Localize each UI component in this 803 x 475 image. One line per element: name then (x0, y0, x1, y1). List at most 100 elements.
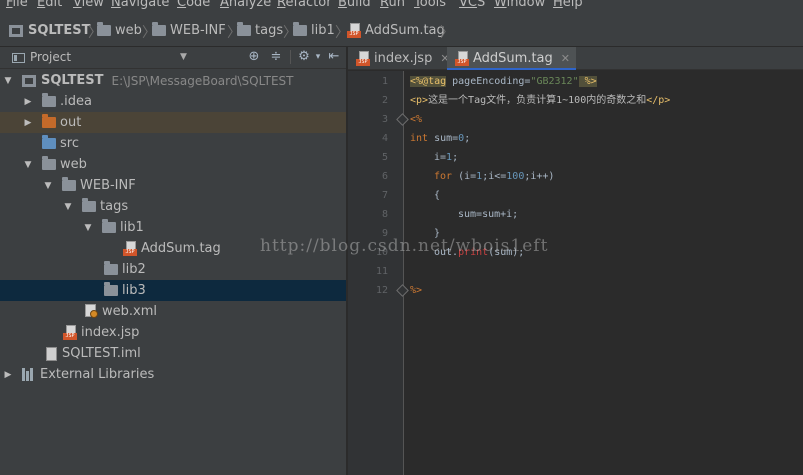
code-line-2: <p>这是一个Tag文件，负责计算1~100内的奇数之和</p> (410, 95, 671, 106)
source-folder-icon (42, 135, 56, 149)
code-editor[interactable]: 1 2 3 4 5 6 7 8 9 10 11 12 <%@tag pageEn… (348, 71, 803, 475)
line-number: 4 (381, 133, 388, 144)
menu-code[interactable]: Code (177, 0, 210, 10)
menu-analyze[interactable]: Analyze (220, 0, 271, 10)
breadcrumb: SQLTEST 〉 web 〉 WEB-INF 〉 tags 〉 lib1 〉 … (0, 13, 803, 47)
code-line-12: %> (410, 285, 423, 296)
tree-item-external-libraries[interactable]: ▶ External Libraries (0, 364, 346, 385)
folder-icon (42, 93, 56, 107)
tree-item-idea[interactable]: ▶ .idea (0, 91, 346, 112)
excluded-folder-icon (42, 114, 56, 128)
code-line-5: i=1; (434, 152, 459, 163)
folder-icon (104, 282, 118, 296)
tree-item-tags[interactable]: ▼ tags (0, 196, 346, 217)
menu-tools[interactable]: Tools (414, 0, 446, 10)
menu-edit[interactable]: Edit (37, 0, 62, 10)
scroll-from-source-icon[interactable]: ⊕ (246, 49, 262, 65)
breadcrumb-item-lib1[interactable]: lib1 (293, 22, 335, 39)
breadcrumb-item-sqltest[interactable]: SQLTEST (9, 22, 91, 39)
tree-item-src[interactable]: src (0, 133, 346, 154)
jsp-file-icon: JSP (356, 51, 370, 66)
line-number: 5 (381, 152, 388, 163)
menu-refactor[interactable]: Refactor (277, 0, 332, 10)
folder-icon (152, 22, 166, 36)
line-number-gutter: 1 2 3 4 5 6 7 8 9 10 11 12 (348, 71, 404, 475)
menu-run[interactable]: Run (380, 0, 405, 10)
tree-item-lib1[interactable]: ▼ lib1 (0, 217, 346, 238)
library-icon (22, 368, 36, 381)
tab-index-jsp[interactable]: JSP index.jsp ✕ (348, 47, 456, 70)
jsp-file-icon: JSP (123, 241, 137, 256)
menu-help[interactable]: Help (553, 0, 583, 10)
expanded-arrow-icon[interactable]: ▼ (43, 181, 53, 191)
collapsed-arrow-icon[interactable]: ▶ (3, 370, 13, 380)
code-line-7: { (434, 190, 441, 201)
tab-addsum-tag[interactable]: JSP AddSum.tag ✕ (447, 47, 576, 70)
project-view-icon (12, 53, 25, 63)
breadcrumb-separator-icon: 〉 (440, 25, 454, 41)
folder-icon (104, 261, 118, 275)
breadcrumb-item-web[interactable]: web (97, 22, 142, 39)
code-line-1: <%@tag pageEncoding="GB2312" %> (410, 76, 597, 87)
module-icon (9, 24, 23, 37)
breadcrumb-item-addsum[interactable]: JSP AddSum.tag (347, 22, 445, 39)
code-line-6: for (i=1;i<=100;i++) (434, 171, 555, 182)
tree-item-web-inf[interactable]: ▼ WEB-INF (0, 175, 346, 196)
hide-panel-icon[interactable]: ⇤ (326, 49, 342, 65)
code-line-4: int sum=0; (410, 133, 471, 144)
expanded-arrow-icon[interactable]: ▼ (23, 160, 33, 170)
folder-icon (97, 22, 111, 36)
tree-item-web[interactable]: ▼ web (0, 154, 346, 175)
expanded-arrow-icon[interactable]: ▼ (3, 76, 13, 86)
line-number: 7 (381, 190, 388, 201)
expanded-arrow-icon[interactable]: ▼ (83, 223, 93, 233)
view-dropdown-icon[interactable]: ▼ (180, 52, 187, 62)
tree-item-index-jsp[interactable]: JSP index.jsp (0, 322, 346, 343)
line-number: 3 (381, 114, 388, 125)
menu-build[interactable]: Build (338, 0, 371, 10)
folder-icon (62, 177, 76, 191)
tree-item-out[interactable]: ▶ out (0, 112, 346, 133)
watermark: http://blog.csdn.net/wbois1eft (260, 236, 549, 256)
menu-view[interactable]: View (73, 0, 104, 10)
close-icon[interactable]: ✕ (561, 52, 570, 65)
code-line-8: sum=sum+i; (458, 209, 519, 220)
jsp-file-icon: JSP (455, 51, 469, 66)
tree-item-web-xml[interactable]: web.xml (0, 301, 346, 322)
jsp-file-icon: JSP (347, 23, 361, 38)
tree-item-lib2[interactable]: lib2 (0, 259, 346, 280)
collapsed-arrow-icon[interactable]: ▶ (23, 97, 33, 107)
jsp-file-icon: JSP (63, 325, 77, 340)
menu-window[interactable]: Window (494, 0, 545, 10)
project-panel: Project ▼ ⊕ ≑ ⚙ ▾ ⇤ ▼ SQLTEST E:\JSP\Mes… (0, 47, 346, 475)
menu-navigate[interactable]: Navigate (111, 0, 169, 10)
collapsed-arrow-icon[interactable]: ▶ (23, 118, 33, 128)
tree-item-lib3[interactable]: lib3 (0, 280, 346, 301)
code-line-3: <% (410, 114, 423, 125)
menu-file[interactable]: File (6, 0, 28, 10)
line-number: 1 (381, 76, 388, 87)
menu-bar: File Edit View Navigate Code Analyze Ref… (0, 0, 803, 13)
folder-icon (293, 22, 307, 36)
fold-marker-icon[interactable] (397, 285, 408, 296)
folder-icon (42, 156, 56, 170)
expanded-arrow-icon[interactable]: ▼ (63, 202, 73, 212)
line-number: 2 (381, 95, 388, 106)
web-xml-file-icon (84, 304, 98, 319)
tree-item-sqltest-iml[interactable]: SQLTEST.iml (0, 343, 346, 364)
menu-vcs[interactable]: VCS (459, 0, 485, 10)
folder-icon (237, 22, 251, 36)
line-number: 12 (375, 285, 388, 296)
breadcrumb-item-tags[interactable]: tags (237, 22, 283, 39)
breadcrumb-item-web-inf[interactable]: WEB-INF (152, 22, 226, 39)
tree-item-sqltest[interactable]: ▼ SQLTEST E:\JSP\MessageBoard\SQLTEST (0, 70, 346, 91)
line-number: 6 (381, 171, 388, 182)
folder-icon (82, 198, 96, 212)
project-panel-header: Project ▼ ⊕ ≑ ⚙ ▾ ⇤ (0, 47, 346, 69)
fold-marker-icon[interactable] (397, 114, 408, 125)
collapse-all-icon[interactable]: ≑ (268, 49, 284, 65)
iml-file-icon (46, 346, 57, 361)
gear-dropdown-icon[interactable]: ▾ (310, 49, 326, 65)
line-number: 11 (375, 266, 388, 277)
module-icon (22, 74, 36, 87)
